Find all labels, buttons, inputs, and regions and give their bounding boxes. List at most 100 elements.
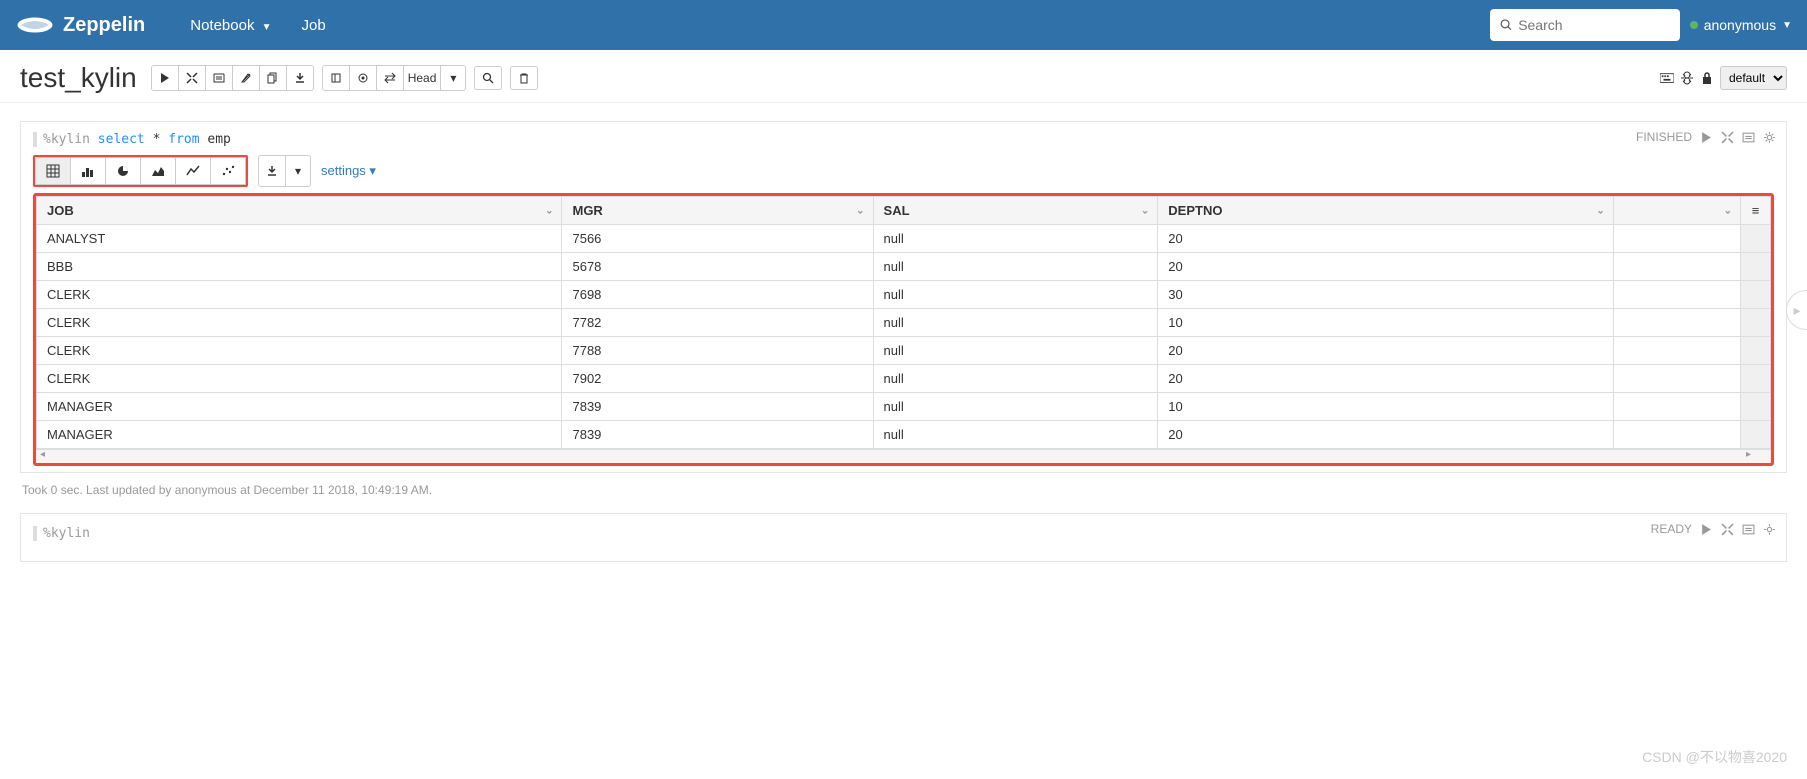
head-revision-select[interactable]: Head (404, 66, 442, 90)
watermark: CSDN @不以物喜2020 (1642, 747, 1787, 767)
trash-button[interactable] (510, 66, 538, 90)
column-header[interactable]: ⌄ (1613, 197, 1740, 225)
table-cell: null (873, 365, 1158, 393)
table-cell (1613, 225, 1740, 253)
note-action-group-1 (151, 65, 314, 91)
clone-note-button[interactable] (260, 66, 287, 90)
nav-notebook[interactable]: Notebook ▼ (175, 17, 286, 34)
scroll-gutter[interactable] (1741, 365, 1771, 393)
scroll-gutter[interactable] (1741, 281, 1771, 309)
head-caret-button[interactable]: ▾ (441, 66, 465, 90)
viz-line-button[interactable] (176, 157, 211, 185)
paragraph-settings-icon[interactable] (1763, 131, 1776, 144)
hide-result-icon[interactable] (1742, 131, 1755, 144)
paragraph-2-status: READY (1651, 522, 1692, 536)
table-cell: MANAGER (37, 393, 562, 421)
table-cell: 20 (1158, 365, 1613, 393)
column-header[interactable]: MGR⌄ (562, 197, 873, 225)
scroll-gutter[interactable] (1741, 393, 1771, 421)
table-cell: 10 (1158, 309, 1613, 337)
table-cell: CLERK (37, 309, 562, 337)
hide-code-button[interactable] (179, 66, 206, 90)
column-header[interactable]: SAL⌄ (873, 197, 1158, 225)
table-cell: MANAGER (37, 421, 562, 449)
mode-select[interactable]: default (1720, 66, 1787, 90)
scroll-gutter[interactable] (1741, 253, 1771, 281)
download-button[interactable] (259, 156, 286, 186)
hide-editor-icon[interactable] (1721, 523, 1734, 536)
note-title[interactable]: test_kylin (20, 62, 137, 94)
table-cell: null (873, 393, 1158, 421)
export-note-button[interactable] (287, 66, 313, 90)
table-cell: 7698 (562, 281, 873, 309)
table-cell (1613, 337, 1740, 365)
table-cell: 30 (1158, 281, 1613, 309)
table-cell: null (873, 225, 1158, 253)
paragraph-1-code[interactable]: %kylin select * from emp (33, 132, 1774, 147)
scroll-gutter[interactable] (1741, 421, 1771, 449)
paragraph-1-status: FINISHED (1636, 130, 1692, 144)
viz-buttons (33, 155, 248, 187)
viz-table-button[interactable] (35, 157, 71, 185)
table-cell: ANALYST (37, 225, 562, 253)
table-row: BBB5678null20 (37, 253, 1771, 281)
column-header[interactable]: DEPTNO⌄ (1158, 197, 1613, 225)
table-cell (1613, 253, 1740, 281)
scroll-gutter[interactable] (1741, 225, 1771, 253)
table-cell: 5678 (562, 253, 873, 281)
interpreter-binding-icon[interactable] (1680, 71, 1694, 85)
table-menu-button[interactable]: ≡ (1741, 197, 1771, 225)
clear-output-button[interactable] (233, 66, 260, 90)
viz-scatter-button[interactable] (211, 157, 246, 185)
hide-output-button[interactable] (206, 66, 233, 90)
brand-text: Zeppelin (63, 14, 145, 37)
user-menu[interactable]: anonymous ▼ (1690, 17, 1792, 33)
table-cell: 7782 (562, 309, 873, 337)
search-box[interactable] (1490, 9, 1680, 41)
table-cell: 10 (1158, 393, 1613, 421)
scroll-gutter[interactable] (1741, 309, 1771, 337)
horizontal-scrollbar[interactable] (36, 449, 1771, 463)
table-cell: 7566 (562, 225, 873, 253)
table-cell (1613, 393, 1740, 421)
run-paragraph-icon[interactable] (1700, 131, 1713, 144)
brand-logo[interactable]: Zeppelin (15, 13, 145, 37)
run-paragraph-icon[interactable] (1700, 523, 1713, 536)
table-cell (1613, 365, 1740, 393)
run-all-button[interactable] (152, 66, 179, 90)
table-row: MANAGER7839null10 (37, 393, 1771, 421)
hide-result-icon[interactable] (1742, 523, 1755, 536)
paragraph-2-code[interactable]: %kylin (33, 526, 1774, 541)
table-cell: BBB (37, 253, 562, 281)
settings-link[interactable]: settings ▾ (321, 163, 376, 179)
note-action-group-2: Head ▾ (322, 65, 467, 91)
viz-bar-button[interactable] (71, 157, 106, 185)
scroll-gutter[interactable] (1741, 337, 1771, 365)
commit-button[interactable] (350, 66, 377, 90)
viz-area-button[interactable] (141, 157, 176, 185)
search-icon (1500, 18, 1512, 32)
nav-job[interactable]: Job (287, 17, 341, 34)
paragraph-1-status-bar: FINISHED (1636, 130, 1776, 144)
table-row: ANALYST7566null20 (37, 225, 1771, 253)
paragraph-1: FINISHED %kylin select * from emp ▾ sett… (20, 121, 1787, 473)
column-header[interactable]: JOB⌄ (37, 197, 562, 225)
table-row: MANAGER7839null20 (37, 421, 1771, 449)
hide-editor-icon[interactable] (1721, 131, 1734, 144)
table-cell: 20 (1158, 421, 1613, 449)
side-expand-tab[interactable]: ▸ (1786, 290, 1807, 330)
table-cell (1613, 309, 1740, 337)
viz-pie-button[interactable] (106, 157, 141, 185)
result-table-wrap: JOB⌄MGR⌄SAL⌄DEPTNO⌄⌄≡ ANALYST7566null20B… (33, 193, 1774, 466)
table-row: CLERK7782null10 (37, 309, 1771, 337)
keyboard-icon[interactable] (1660, 71, 1674, 85)
search-input[interactable] (1518, 17, 1670, 33)
search-code-button[interactable] (474, 66, 502, 90)
paragraph-settings-icon[interactable] (1763, 523, 1776, 536)
table-cell: 20 (1158, 253, 1613, 281)
compare-button[interactable] (377, 66, 404, 90)
version-button[interactable] (323, 66, 350, 90)
permissions-icon[interactable] (1700, 71, 1714, 85)
table-cell: 7902 (562, 365, 873, 393)
download-caret-button[interactable]: ▾ (286, 156, 310, 186)
